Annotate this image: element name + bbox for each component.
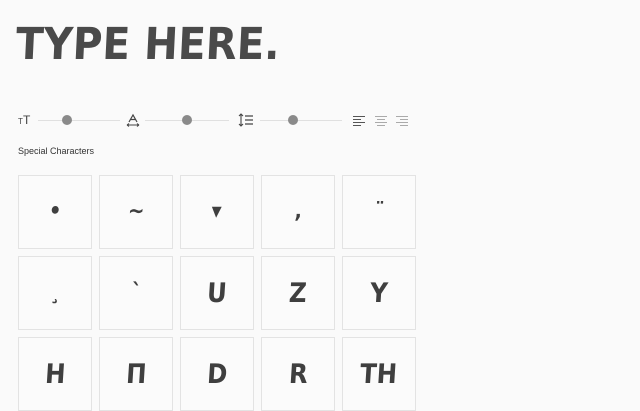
glyph-cell[interactable]: ¸ (18, 256, 92, 330)
glyph-cell[interactable]: ▾ (180, 175, 254, 249)
svg-text:T: T (23, 114, 31, 126)
glyph: ▾ (211, 199, 223, 224)
font-size-icon: T T (17, 112, 33, 128)
glyph-cell[interactable]: ‚ (261, 175, 335, 249)
glyph-cell[interactable]: Y (342, 256, 416, 330)
glyph: Y (369, 277, 389, 309)
glyph: ` (130, 280, 142, 305)
glyph: Z (288, 277, 308, 309)
glyph-cell[interactable]: ~ (99, 175, 173, 249)
align-right-icon[interactable] (396, 114, 408, 127)
line-height-slider-knob[interactable] (287, 115, 298, 125)
glyph: H (43, 358, 67, 390)
glyph: ¨ (373, 199, 385, 224)
glyph: U (206, 277, 228, 309)
letter-spacing-icon (125, 112, 141, 128)
type-preview-text[interactable]: TYPE HERE. (15, 19, 282, 70)
glyph-cell[interactable]: ` (99, 256, 173, 330)
align-center-icon[interactable] (375, 114, 387, 127)
glyph: ‚ (293, 199, 303, 224)
glyph: R (287, 358, 309, 390)
glyph: • (47, 199, 63, 224)
glyph: TH (359, 358, 399, 390)
glyph: П (124, 358, 148, 390)
glyph: D (205, 358, 229, 390)
letter-spacing-slider-knob[interactable] (182, 115, 192, 125)
font-size-slider-knob[interactable] (61, 115, 72, 125)
font-size-slider-track[interactable] (38, 120, 120, 121)
glyph: ¸ (49, 280, 61, 305)
type-controls-toolbar: T T (17, 110, 417, 132)
line-height-slider-track[interactable] (260, 120, 342, 121)
line-height-icon (238, 112, 254, 128)
glyph-cell[interactable]: ¨ (342, 175, 416, 249)
glyph-cell[interactable]: • (18, 175, 92, 249)
glyph: ~ (126, 199, 146, 224)
align-left-icon[interactable] (353, 114, 365, 127)
glyph-cell[interactable]: Z (261, 256, 335, 330)
special-characters-grid: • ~ ▾ ‚ ¨ ¸ ` U Z Y H П D R TH (18, 175, 416, 411)
glyph-cell[interactable]: U (180, 256, 254, 330)
special-characters-label: Special Characters (18, 146, 95, 156)
